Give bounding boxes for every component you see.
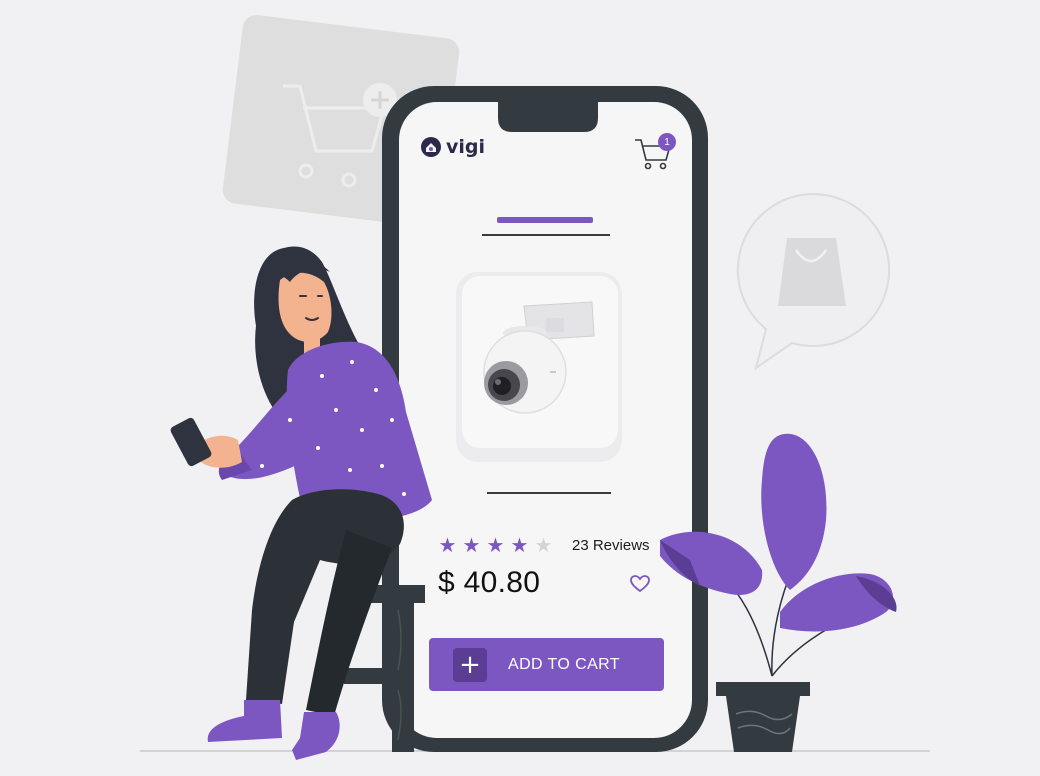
cart-count-badge: 1 xyxy=(658,133,676,151)
add-to-cart-button[interactable]: + ADD TO CART xyxy=(429,638,664,691)
star-icon: ★ xyxy=(462,533,481,557)
reviews-link[interactable]: 23 Reviews xyxy=(572,537,650,554)
brand-name: vigi xyxy=(446,136,486,158)
heart-icon[interactable] xyxy=(629,573,651,595)
product-rating: ★ ★ ★ ★ ★ 23 Reviews xyxy=(436,533,650,557)
star-icon: ★ xyxy=(486,533,505,557)
star-icon: ★ xyxy=(438,533,457,557)
plus-icon: + xyxy=(453,647,487,682)
star-icon: ★ xyxy=(510,533,529,557)
add-to-cart-label: ADD TO CART xyxy=(508,655,620,673)
speech-bubble-bag-icon xyxy=(736,192,891,371)
vigi-logo-icon xyxy=(421,137,441,157)
product-price: $ 40.80 xyxy=(438,566,541,599)
rating-stars: ★ ★ ★ ★ ★ xyxy=(436,533,555,557)
illustration-scene: vigi 1 ★ ★ ★ ★ ★ 23 Reviews $ 40.80 + ADD TO… xyxy=(0,0,1040,776)
brand-logo[interactable]: vigi xyxy=(420,136,485,158)
star-icon: ★ xyxy=(534,533,553,557)
